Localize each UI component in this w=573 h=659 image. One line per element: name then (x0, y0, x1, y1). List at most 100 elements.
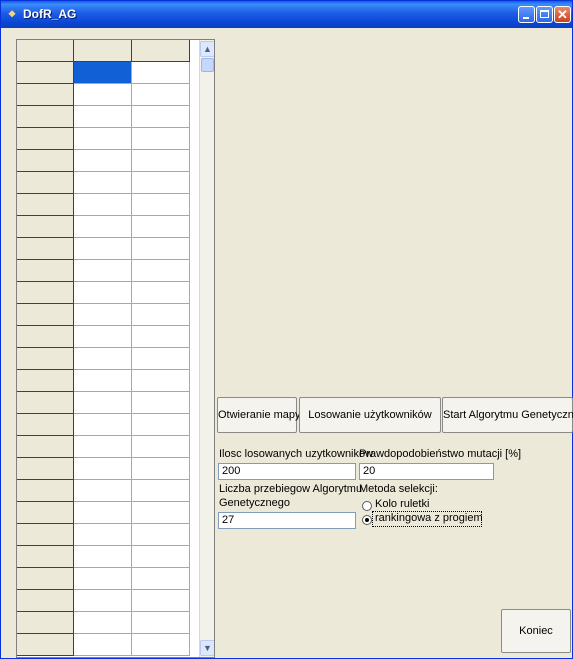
grid-row-header[interactable] (17, 568, 74, 590)
grid-cell[interactable] (132, 392, 190, 414)
grid-row-header[interactable] (17, 326, 74, 348)
grid-cell[interactable] (132, 546, 190, 568)
grid-cell[interactable] (132, 326, 190, 348)
grid-cell[interactable] (74, 172, 132, 194)
grid-cell[interactable] (74, 150, 132, 172)
grid-row-header[interactable] (17, 546, 74, 568)
users-count-field[interactable]: 200 (218, 463, 356, 480)
grid-header-cell[interactable] (17, 40, 74, 62)
grid-cell[interactable] (132, 304, 190, 326)
grid-header-cell[interactable] (132, 40, 190, 62)
grid-row-header[interactable] (17, 106, 74, 128)
grid-row-header[interactable] (17, 216, 74, 238)
grid-row-header[interactable] (17, 524, 74, 546)
grid-cell[interactable] (74, 546, 132, 568)
grid-row-header[interactable] (17, 436, 74, 458)
grid-cell[interactable] (74, 414, 132, 436)
grid-cell[interactable] (74, 194, 132, 216)
grid-row-header[interactable] (17, 150, 74, 172)
title-bar[interactable]: ❖ DofR_AG ✕ (1, 1, 572, 28)
grid-row-header[interactable] (17, 172, 74, 194)
grid-row-header[interactable] (17, 590, 74, 612)
grid-cell[interactable] (132, 216, 190, 238)
grid-cell[interactable] (132, 84, 190, 106)
grid-cell[interactable] (132, 634, 190, 656)
open-map-button[interactable]: Otwieranie mapy (217, 397, 301, 433)
grid-cell[interactable] (74, 128, 132, 150)
grid-cell[interactable] (132, 62, 190, 84)
grid-row-header[interactable] (17, 480, 74, 502)
grid-cell[interactable] (132, 260, 190, 282)
grid-cell[interactable] (132, 480, 190, 502)
grid-row-header[interactable] (17, 348, 74, 370)
scroll-thumb[interactable] (201, 58, 214, 72)
vertical-scrollbar[interactable]: ▲ ▼ (199, 40, 214, 657)
start-ga-button[interactable]: Start Algorytmu Genetycznego (442, 397, 573, 433)
end-button[interactable]: Koniec (501, 609, 571, 653)
grid-row-header[interactable] (17, 128, 74, 150)
grid-row-header[interactable] (17, 634, 74, 656)
grid-row-header[interactable] (17, 62, 74, 84)
scroll-up-icon[interactable]: ▲ (200, 41, 214, 57)
grid-cell[interactable] (132, 348, 190, 370)
grid-cell[interactable] (74, 568, 132, 590)
grid-cell[interactable] (132, 612, 190, 634)
grid-row-header[interactable] (17, 502, 74, 524)
minimize-button[interactable] (518, 6, 535, 23)
grid-cell[interactable] (132, 524, 190, 546)
grid-cell[interactable] (74, 106, 132, 128)
grid-cell[interactable] (74, 590, 132, 612)
radio-roulette[interactable] (362, 501, 372, 511)
grid-cell[interactable] (74, 282, 132, 304)
grid-cell[interactable] (132, 502, 190, 524)
grid-cell[interactable] (132, 436, 190, 458)
grid-cell[interactable] (74, 238, 132, 260)
grid-row-header[interactable] (17, 194, 74, 216)
grid-cell[interactable] (132, 194, 190, 216)
grid-row-header[interactable] (17, 238, 74, 260)
grid-cell[interactable] (132, 238, 190, 260)
grid-row-header[interactable] (17, 392, 74, 414)
scroll-down-icon[interactable]: ▼ (200, 640, 214, 656)
grid-cell[interactable] (132, 282, 190, 304)
grid-row-header[interactable] (17, 414, 74, 436)
grid-cell[interactable] (74, 480, 132, 502)
grid-cell[interactable] (74, 392, 132, 414)
grid-cell[interactable] (74, 62, 132, 84)
grid-cell[interactable] (132, 128, 190, 150)
grid-header-cell[interactable] (74, 40, 132, 62)
radio-roulette-label[interactable]: Kolo ruletki (375, 498, 429, 510)
grid-cell[interactable] (74, 304, 132, 326)
grid-cell[interactable] (74, 348, 132, 370)
grid-row-header[interactable] (17, 458, 74, 480)
grid-cell[interactable] (74, 436, 132, 458)
grid-cell[interactable] (74, 612, 132, 634)
grid-cell[interactable] (74, 370, 132, 392)
grid-row-header[interactable] (17, 84, 74, 106)
grid-cell[interactable] (132, 414, 190, 436)
grid-cell[interactable] (132, 106, 190, 128)
grid-cell[interactable] (74, 634, 132, 656)
grid-cell[interactable] (74, 458, 132, 480)
grid-cell[interactable] (74, 326, 132, 348)
grid-cell[interactable] (74, 524, 132, 546)
maximize-button[interactable] (536, 6, 553, 23)
grid-cell[interactable] (74, 216, 132, 238)
grid-cell[interactable] (132, 172, 190, 194)
grid-row-header[interactable] (17, 282, 74, 304)
grid-cell[interactable] (132, 590, 190, 612)
grid-row-header[interactable] (17, 612, 74, 634)
mutation-field[interactable]: 20 (359, 463, 494, 480)
grid-cell[interactable] (132, 370, 190, 392)
grid-cell[interactable] (132, 458, 190, 480)
grid-cell[interactable] (132, 568, 190, 590)
radio-ranking[interactable] (362, 515, 372, 525)
runs-field[interactable]: 27 (218, 512, 356, 529)
grid-cell[interactable] (74, 260, 132, 282)
grid-cell[interactable] (132, 150, 190, 172)
draw-users-button[interactable]: Losowanie użytkowników (299, 397, 441, 433)
grid-row-header[interactable] (17, 260, 74, 282)
data-grid[interactable]: ▲ ▼ (16, 39, 215, 658)
grid-row-header[interactable] (17, 370, 74, 392)
grid-cell[interactable] (74, 84, 132, 106)
